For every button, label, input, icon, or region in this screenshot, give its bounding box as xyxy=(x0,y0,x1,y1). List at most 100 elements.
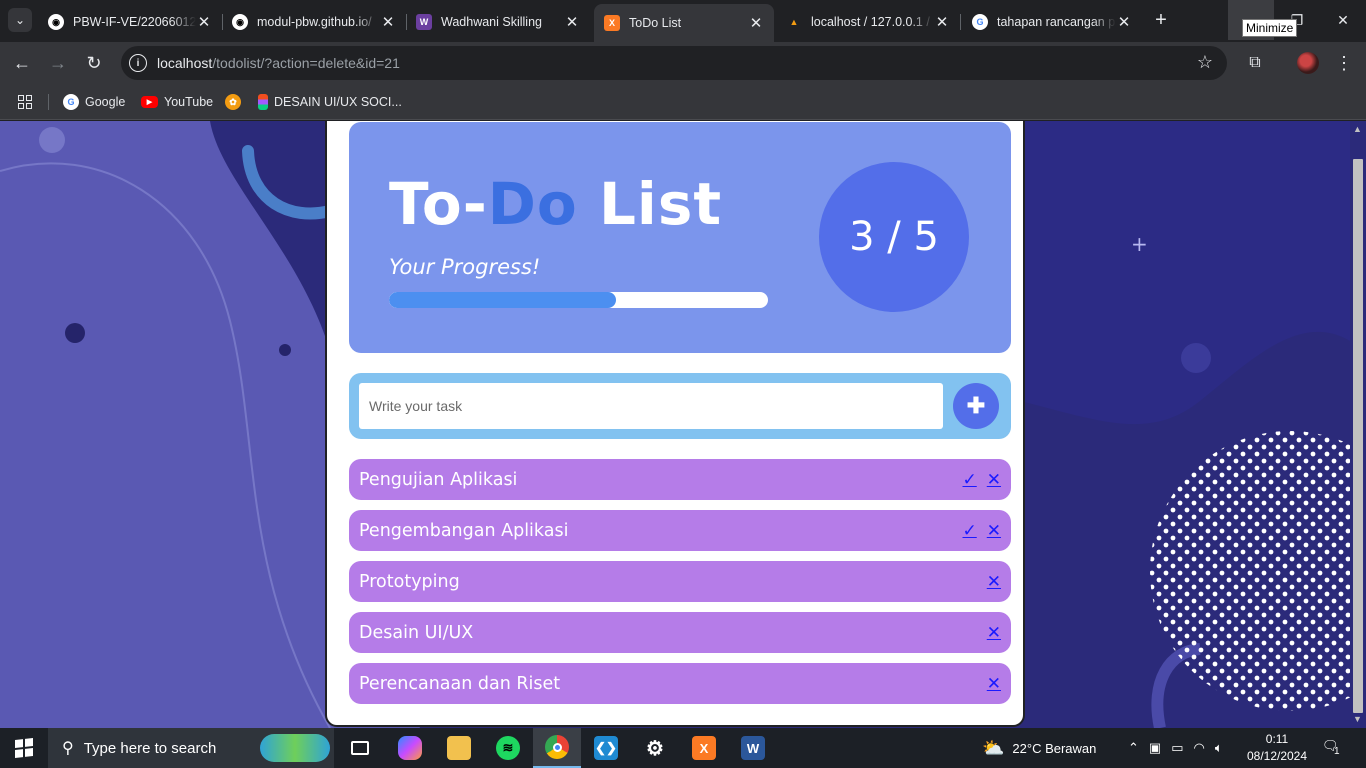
word-button[interactable]: W xyxy=(729,728,777,768)
bookmark-label: Google xyxy=(85,95,126,109)
chevron-up-icon[interactable]: ⌃ xyxy=(1128,740,1139,756)
battery-icon[interactable]: ▭ xyxy=(1171,740,1183,756)
browser-toolbar: ← → ↻ i localhost/todolist/?action=delet… xyxy=(0,42,1366,84)
tab-search-icon[interactable]: ⌄ xyxy=(8,8,32,32)
device-icon[interactable]: ▣ xyxy=(1149,740,1161,756)
search-placeholder: Type here to search xyxy=(83,739,217,757)
task-item: Pengembangan Aplikasi ✓ ✕ xyxy=(349,510,1011,551)
delete-icon[interactable]: ✕ xyxy=(987,521,1001,541)
delete-icon[interactable]: ✕ xyxy=(987,623,1001,643)
minimize-tooltip: Minimize xyxy=(1242,19,1298,37)
tab-wadhwani[interactable]: W Wadhwani Skilling ✕ xyxy=(406,6,590,38)
tab-title: localhost / 127.0.0.1 / xyxy=(811,15,930,29)
close-icon[interactable]: ✕ xyxy=(196,13,212,31)
google-icon: G xyxy=(972,14,988,30)
notification-center[interactable]: 🗨︎ 1 xyxy=(1322,738,1346,758)
apps-icon[interactable] xyxy=(18,93,32,111)
check-icon[interactable]: ✓ xyxy=(963,521,977,541)
menu-icon[interactable]: ⋮ xyxy=(1333,52,1355,74)
spotify-icon: ≋ xyxy=(496,736,520,760)
gear-icon: ⚙ xyxy=(646,737,664,760)
vscode-button[interactable]: ❮❯ xyxy=(582,728,630,768)
progress-bar-fill xyxy=(389,292,617,308)
task-label: Pengembangan Aplikasi xyxy=(359,520,569,541)
folder-icon xyxy=(447,736,471,760)
bookmark-figma[interactable]: DESAIN UI/UX SOCI... xyxy=(258,93,402,111)
task-item: Desain UI/UX ✕ xyxy=(349,612,1011,653)
weather-widget[interactable]: ⛅ 22°C Berawan xyxy=(982,728,1096,768)
page-viewport: + To-Do List Your Progress! 3 / 5 ✚ Pe xyxy=(0,121,1350,728)
page-scrollbar[interactable]: ▲ ▼ xyxy=(1350,121,1366,728)
task-label: Pengujian Aplikasi xyxy=(359,469,518,490)
tab-todo-list[interactable]: X ToDo List ✕ xyxy=(594,4,774,42)
scroll-down-icon[interactable]: ▼ xyxy=(1353,714,1362,724)
delete-icon[interactable]: ✕ xyxy=(987,572,1001,592)
word-icon: W xyxy=(741,736,765,760)
task-view-button[interactable] xyxy=(336,728,384,768)
clock-time: 0:11 xyxy=(1265,732,1289,746)
tab-strip: ⌄ ◉ PBW-IF-VE/22066012 ✕ ◉ modul-pbw.git… xyxy=(0,0,1366,42)
bookmark-label: DESAIN UI/UX SOCI... xyxy=(274,95,402,109)
progress-counter: 3 / 5 xyxy=(819,162,969,312)
todo-card: To-Do List Your Progress! 3 / 5 ✚ Penguj… xyxy=(325,121,1025,727)
delete-icon[interactable]: ✕ xyxy=(987,470,1001,490)
close-icon[interactable]: ✕ xyxy=(564,13,580,31)
tab-title: Wadhwani Skilling xyxy=(441,15,542,29)
bookmark-star-icon[interactable]: ☆ xyxy=(1197,52,1213,73)
profile-avatar[interactable] xyxy=(1297,52,1319,74)
back-button[interactable]: ← xyxy=(10,51,34,75)
extensions-icon[interactable]: ⧉ xyxy=(1244,52,1266,74)
clock[interactable]: 0:11 08/12/2024 xyxy=(1242,731,1312,765)
close-icon[interactable]: ✕ xyxy=(1116,13,1132,31)
bookmark-youtube[interactable]: ▶ YouTube xyxy=(141,93,213,111)
progress-bar xyxy=(389,292,768,308)
google-icon: G xyxy=(63,94,79,110)
forward-button[interactable]: → xyxy=(46,51,70,75)
task-view-icon xyxy=(351,741,369,755)
close-window-button[interactable]: ✕ xyxy=(1320,0,1366,40)
check-icon[interactable]: ✓ xyxy=(963,470,977,490)
wifi-icon[interactable]: ◠ xyxy=(1194,740,1205,756)
settings-button[interactable]: ⚙ xyxy=(631,728,679,768)
xampp-icon: X xyxy=(604,15,620,31)
url-text: localhost/todolist/?action=delete&id=21 xyxy=(157,55,400,71)
xampp-button[interactable]: X xyxy=(680,728,728,768)
bookmarks-bar: G Google ▶ YouTube ✿ DESAIN UI/UX SOCI..… xyxy=(0,84,1366,120)
start-button[interactable] xyxy=(0,728,48,768)
add-task-button[interactable]: ✚ xyxy=(953,383,999,429)
github-icon: ◉ xyxy=(48,14,64,30)
weather-text: 22°C Berawan xyxy=(1012,740,1097,756)
site-info-icon[interactable]: i xyxy=(129,54,147,72)
tab-modul-pbw[interactable]: ◉ modul-pbw.github.io/ ✕ xyxy=(222,6,406,38)
close-icon[interactable]: ✕ xyxy=(748,14,764,32)
chrome-button[interactable] xyxy=(533,728,581,768)
spotify-button[interactable]: ≋ xyxy=(484,728,532,768)
weather-icon: ⛅ xyxy=(982,737,1005,758)
scrollbar-thumb[interactable] xyxy=(1353,159,1363,713)
tab-pbw[interactable]: ◉ PBW-IF-VE/22066012 ✕ xyxy=(38,6,222,38)
bookmark-app[interactable]: ✿ xyxy=(225,93,247,111)
task-item: Perencanaan dan Riset ✕ xyxy=(349,663,1011,704)
address-bar[interactable]: i localhost/todolist/?action=delete&id=2… xyxy=(121,46,1227,80)
close-icon[interactable]: ✕ xyxy=(934,13,950,31)
task-item: Pengujian Aplikasi ✓ ✕ xyxy=(349,459,1011,500)
task-input[interactable] xyxy=(359,383,943,429)
windows-icon xyxy=(15,738,33,758)
taskbar-search[interactable]: ⚲ Type here to search xyxy=(48,728,334,768)
delete-icon[interactable]: ✕ xyxy=(987,674,1001,694)
tab-phpmyadmin[interactable]: ▲ localhost / 127.0.0.1 / ✕ xyxy=(776,6,960,38)
tab-google-search[interactable]: G tahapan rancangan p ✕ xyxy=(962,6,1142,38)
bookmark-google[interactable]: G Google xyxy=(63,93,125,111)
new-tab-button[interactable]: + xyxy=(1150,9,1172,31)
phpmyadmin-icon: ▲ xyxy=(789,17,799,27)
reload-button[interactable]: ↻ xyxy=(82,51,106,75)
close-icon[interactable]: ✕ xyxy=(380,13,396,31)
volume-icon[interactable]: 🔈︎ xyxy=(1215,740,1223,756)
figma-icon xyxy=(258,94,268,110)
copilot-button[interactable] xyxy=(386,728,434,768)
scroll-up-icon[interactable]: ▲ xyxy=(1353,124,1362,134)
windows-taskbar: ⚲ Type here to search ≋ ❮❯ ⚙ X W ⛅ 22°C … xyxy=(0,728,1366,768)
progress-subtitle: Your Progress! xyxy=(389,255,541,279)
file-explorer-button[interactable] xyxy=(435,728,483,768)
xampp-icon: X xyxy=(692,736,716,760)
